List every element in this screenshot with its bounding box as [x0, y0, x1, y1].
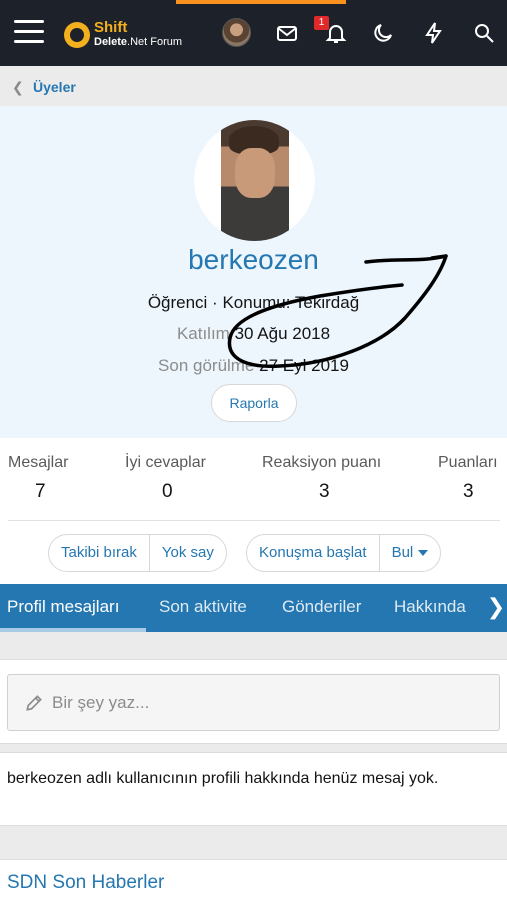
stat-good-answers[interactable]: İyi cevaplar 0 [125, 454, 206, 503]
report-button[interactable]: Raporla [211, 384, 297, 422]
news-block: SDN Son Haberler [0, 859, 507, 900]
stat-label: Reaksiyon puanı [262, 454, 382, 471]
start-conversation-button[interactable]: Konuşma başlat [247, 535, 380, 571]
tab-posts[interactable]: Gönderiler [282, 597, 361, 617]
search-icon[interactable] [469, 18, 499, 48]
logo-line-2: Delete.Net Forum [94, 36, 183, 48]
pencil-icon [26, 695, 42, 711]
stat-label: İyi cevaplar [125, 454, 206, 471]
stat-value: 0 [162, 481, 173, 502]
chevron-right-icon[interactable]: ❯ [485, 584, 507, 632]
stat-reaction-score[interactable]: Reaksiyon puanı 3 [262, 454, 381, 503]
last-seen-value: 27 Eyl 2019 [259, 356, 349, 375]
moon-icon[interactable] [368, 18, 398, 48]
top-navigation: Shift Delete.Net Forum 1 [0, 0, 507, 66]
breadcrumb: ❮ Üyeler [0, 66, 507, 106]
unfollow-button[interactable]: Takibi bırak [49, 535, 150, 571]
profile-avatar[interactable] [194, 120, 315, 241]
tab-about[interactable]: Hakkında [394, 597, 466, 617]
profile-photo [221, 120, 289, 241]
divider [8, 520, 500, 521]
empty-profile-messages: berkeozen adlı kullanıcının profili hakk… [0, 752, 507, 826]
user-avatar[interactable] [222, 18, 251, 47]
tab-profile-messages[interactable]: Profil mesajları [7, 597, 119, 617]
profile-stats: Mesajlar 7 İyi cevaplar 0 Reaksiyon puan… [0, 438, 507, 584]
stat-value: 3 [319, 481, 330, 502]
news-heading[interactable]: SDN Son Haberler [7, 872, 164, 894]
stat-value: 3 [463, 481, 474, 502]
profile-last-seen: Son görülme 27 Eyl 2019 [0, 356, 507, 376]
profile-bio: Öğrenci · Konumu: Tekirdağ [147, 293, 360, 312]
composer-placeholder: Bir şey yaz... [52, 693, 150, 712]
stat-messages[interactable]: Mesajlar 7 [8, 454, 68, 503]
accent-strip [176, 0, 346, 4]
notification-badge: 1 [314, 16, 329, 30]
last-seen-label: Son görülme [158, 356, 255, 375]
mail-icon[interactable] [272, 18, 302, 48]
follow-button-group: Takibi bırak Yok say [48, 534, 227, 572]
chevron-left-icon[interactable]: ❮ [12, 79, 24, 96]
stat-value: 7 [35, 481, 46, 502]
stat-label: Puanları [438, 454, 498, 471]
menu-icon[interactable] [14, 20, 44, 44]
profile-post-input[interactable]: Bir şey yaz... [7, 674, 500, 731]
profile-tabs: Profil mesajları Son aktivite Gönderiler… [0, 584, 507, 632]
profile-post-composer: Bir şey yaz... [0, 659, 507, 744]
breadcrumb-members-link[interactable]: Üyeler [33, 79, 76, 95]
active-tab-indicator [0, 628, 146, 632]
conversation-button-group: Konuşma başlat Bul [246, 534, 442, 572]
profile-joined: Katılım 30 Ağu 2018 [0, 324, 507, 344]
site-logo[interactable]: Shift Delete.Net Forum [64, 18, 204, 50]
ignore-button[interactable]: Yok say [150, 535, 226, 571]
bolt-icon[interactable] [419, 18, 449, 48]
profile-username[interactable]: berkeozen [0, 244, 507, 276]
logo-mark-icon [64, 22, 90, 48]
stat-points[interactable]: Puanları 3 [438, 454, 498, 503]
profile-header: berkeozen Öğrenci · Konumu: Tekirdağ Kat… [0, 106, 507, 438]
tab-recent-activity[interactable]: Son aktivite [159, 597, 247, 617]
caret-down-icon [418, 550, 429, 557]
find-dropdown-button[interactable]: Bul [380, 535, 441, 571]
stat-label: Mesajlar [8, 454, 69, 471]
joined-label: Katılım [176, 324, 230, 343]
logo-line-1: Shift [94, 19, 128, 36]
joined-value: 30 Ağu 2018 [234, 324, 331, 343]
